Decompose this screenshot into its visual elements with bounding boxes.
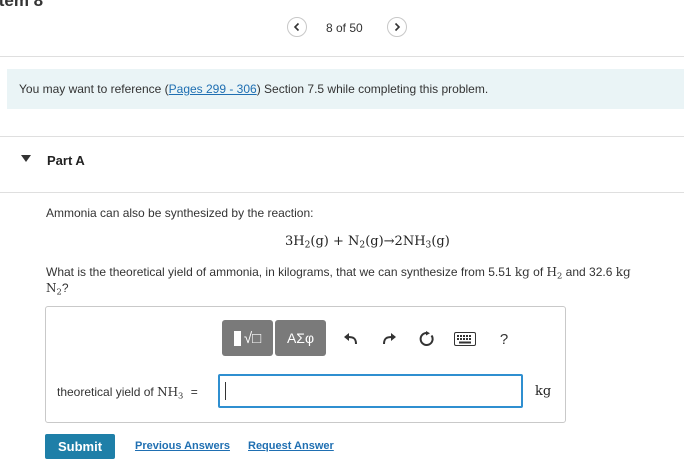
request-answer-link[interactable]: Request Answer: [248, 440, 334, 452]
templates-button[interactable]: √□: [222, 320, 273, 356]
reference-suffix: ) Section 7.5 while completing this prob…: [256, 82, 489, 96]
reaction-equation: 3H2(g) + N2(g)→2NH3(g): [285, 234, 450, 251]
question-line-1: What is the theoretical yield of ammonia…: [46, 265, 631, 281]
submit-button[interactable]: Submit: [45, 434, 115, 459]
problem-intro: Ammonia can also be synthesized by the r…: [46, 206, 314, 220]
divider: [0, 136, 684, 137]
redo-button[interactable]: [380, 330, 398, 348]
help-button[interactable]: ?: [495, 330, 513, 348]
chevron-right-icon: [394, 22, 401, 32]
sqrt-template-icon: √□: [243, 329, 262, 347]
divider: [0, 192, 684, 193]
previous-item-button[interactable]: [287, 17, 307, 37]
next-item-button[interactable]: [387, 17, 407, 37]
undo-icon: [344, 333, 357, 345]
template-block-icon: [233, 330, 241, 346]
reset-icon: [419, 331, 434, 346]
chevron-left-icon: [293, 22, 300, 32]
part-label: Part A: [47, 153, 85, 168]
item-pager: 8 of 50: [326, 21, 363, 35]
reference-pages-link[interactable]: Pages 299 - 306: [169, 82, 257, 96]
question-line-2: N2?: [46, 281, 69, 297]
reference-prefix: You may want to reference (: [19, 82, 169, 96]
text-cursor: [225, 382, 226, 400]
answer-label: theoretical yield of NH3 =: [57, 385, 198, 401]
reset-button[interactable]: [418, 330, 436, 348]
previous-answers-link[interactable]: Previous Answers: [135, 440, 230, 452]
item-title: Item 8: [0, 0, 44, 10]
greek-symbols-button[interactable]: ΑΣφ: [275, 320, 326, 356]
keyboard-button[interactable]: [453, 330, 477, 348]
keyboard-icon: [454, 332, 476, 346]
collapse-caret-icon[interactable]: [21, 155, 31, 163]
redo-icon: [383, 333, 396, 345]
divider: [0, 56, 684, 57]
theoretical-yield-input[interactable]: [218, 374, 523, 408]
reference-text: You may want to reference (Pages 299 - 3…: [19, 82, 488, 96]
unit-label: kg: [535, 384, 552, 399]
undo-button[interactable]: [342, 330, 360, 348]
